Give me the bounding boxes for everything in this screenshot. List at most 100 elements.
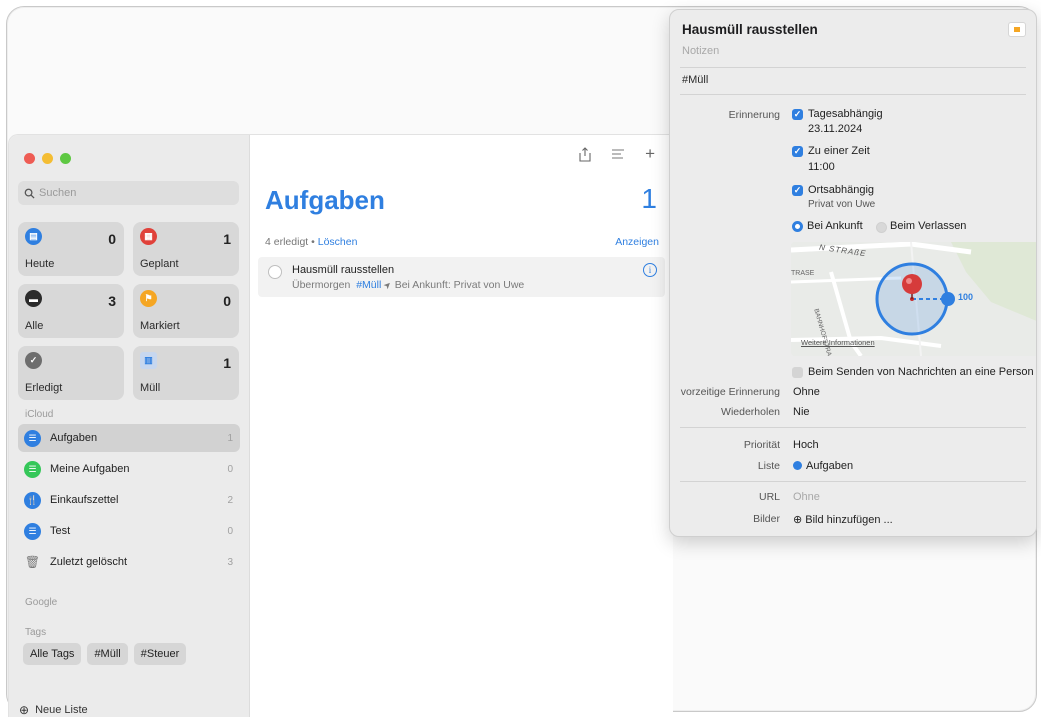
url-field[interactable]: Ohne bbox=[793, 491, 820, 503]
add-icon[interactable]: + bbox=[645, 145, 655, 167]
smart-list-label: Markiert bbox=[140, 320, 180, 332]
smart-list-label: Erledigt bbox=[25, 382, 63, 394]
list-count: 1 bbox=[641, 183, 657, 214]
minimize-window-button[interactable] bbox=[42, 153, 53, 164]
popover-title[interactable]: Hausmüll rausstellen bbox=[682, 22, 818, 37]
list-content: + Aufgaben 1 4 erledigt • Löschen Anzeig… bbox=[250, 135, 673, 717]
divider bbox=[680, 481, 1026, 482]
priority-label: Priorität bbox=[743, 439, 780, 451]
task-details: Übermorgen #Müll ➤ Bei Ankunft: Privat v… bbox=[292, 279, 524, 291]
sidebar-item-count: 2 bbox=[227, 494, 233, 506]
location-arrow-icon: ➤ bbox=[381, 278, 394, 292]
calendar-icon: ▤ bbox=[25, 228, 42, 245]
smart-list-label: Alle bbox=[25, 320, 44, 332]
sidebar-item-test[interactable]: ☰ Test 0 bbox=[18, 517, 240, 545]
location-based-checkbox[interactable]: ✓ bbox=[792, 185, 803, 196]
format-list-icon[interactable] bbox=[611, 147, 625, 167]
list-bullet-icon: ☰ bbox=[24, 522, 41, 540]
task-complete-checkbox[interactable] bbox=[268, 265, 282, 279]
messaging-checkbox[interactable] bbox=[792, 367, 803, 378]
separator: • bbox=[311, 236, 315, 248]
early-reminder-value[interactable]: Ohne bbox=[793, 386, 820, 398]
task-title[interactable]: Hausmüll rausstellen bbox=[292, 264, 394, 276]
list-value[interactable]: Aufgaben bbox=[793, 460, 853, 472]
map-more-info-link[interactable]: Weitere Informationen bbox=[801, 338, 875, 347]
list-label: Liste bbox=[757, 460, 780, 472]
sidebar-item-einkaufszettel[interactable]: 🍴 Einkaufszettel 2 bbox=[18, 486, 240, 514]
on-leaving-radio[interactable] bbox=[876, 222, 887, 233]
reminders-window: Suchen ▤ 0 Heute ▦ 1 Geplant ▬ 3 Alle ⚑ … bbox=[8, 134, 673, 717]
list-bullet-icon: ☰ bbox=[24, 460, 41, 478]
on-arrival-label: Bei Ankunft bbox=[807, 220, 863, 232]
plus-circle-icon: ⊕ bbox=[793, 514, 803, 526]
sidebar-item-meine-aufgaben[interactable]: ☰ Meine Aufgaben 0 bbox=[18, 455, 240, 483]
on-leaving-label: Beim Verlassen bbox=[890, 220, 967, 232]
smart-list-label: Müll bbox=[140, 382, 161, 394]
priority-value[interactable]: Hoch bbox=[793, 439, 819, 451]
reminder-label: Erinnerung bbox=[728, 109, 780, 121]
smart-list-count: 1 bbox=[223, 231, 231, 247]
reminder-date[interactable]: 23.11.2024 bbox=[808, 123, 862, 135]
location-name[interactable]: Privat von Uwe bbox=[808, 199, 875, 210]
completed-count: 4 erledigt bbox=[265, 236, 309, 248]
sidebar-item-count: 0 bbox=[227, 463, 233, 475]
smart-list-erledigt[interactable]: ✓ Erledigt bbox=[18, 346, 124, 400]
add-image-button[interactable]: ⊕ Bild hinzufügen ... bbox=[793, 513, 893, 526]
smart-list-heute[interactable]: ▤ 0 Heute bbox=[18, 222, 124, 276]
early-reminder-label: vorzeitige Erinnerung bbox=[680, 386, 780, 398]
sidebar-item-aufgaben[interactable]: ☰ Aufgaben 1 bbox=[18, 424, 240, 452]
tag-muell[interactable]: #Müll bbox=[87, 643, 128, 665]
plus-circle-icon: ⊕ bbox=[19, 703, 30, 717]
show-completed-link[interactable]: Anzeigen bbox=[615, 236, 659, 248]
detail-popover: Hausmüll rausstellen Notizen #Müll Erinn… bbox=[669, 9, 1037, 537]
new-list-label: Neue Liste bbox=[35, 704, 88, 716]
repeat-label: Wiederholen bbox=[721, 406, 780, 418]
task-row[interactable]: Hausmüll rausstellen Übermorgen #Müll ➤ … bbox=[258, 257, 665, 297]
new-list-button[interactable]: ⊕ Neue Liste bbox=[19, 703, 88, 717]
close-window-button[interactable] bbox=[24, 153, 35, 164]
location-based-label: Ortsabhängig bbox=[808, 184, 875, 196]
section-label-tags: Tags bbox=[25, 627, 47, 638]
list-value-label: Aufgaben bbox=[806, 460, 854, 472]
delete-completed-link[interactable]: Löschen bbox=[318, 236, 358, 248]
smart-list-alle[interactable]: ▬ 3 Alle bbox=[18, 284, 124, 338]
sidebar-item-label: Zuletzt gelöscht bbox=[50, 556, 128, 568]
sidebar-item-zuletzt-geloescht[interactable]: 🗑 Zuletzt gelöscht 3 bbox=[18, 548, 240, 576]
section-label-icloud: iCloud bbox=[25, 409, 54, 420]
repeat-value[interactable]: Nie bbox=[793, 406, 810, 418]
tag-field[interactable]: #Müll bbox=[682, 74, 708, 86]
flag-toggle-button[interactable] bbox=[1008, 22, 1026, 37]
sidebar-item-label: Aufgaben bbox=[50, 432, 98, 444]
zoom-window-button[interactable] bbox=[60, 153, 71, 164]
on-arrival-radio[interactable] bbox=[792, 221, 803, 232]
window-controls bbox=[24, 153, 71, 164]
reminder-time[interactable]: 11:00 bbox=[808, 161, 835, 173]
trash-icon: 🗑 bbox=[24, 555, 41, 569]
fork-knife-icon: 🍴 bbox=[24, 491, 41, 509]
task-tag[interactable]: #Müll bbox=[356, 279, 381, 291]
at-time-checkbox[interactable]: ✓ bbox=[792, 146, 803, 157]
toolbar: + bbox=[579, 145, 655, 167]
info-icon[interactable]: i bbox=[643, 263, 657, 277]
tag-all[interactable]: Alle Tags bbox=[23, 643, 82, 665]
smart-list-geplant[interactable]: ▦ 1 Geplant bbox=[133, 222, 239, 276]
share-icon[interactable] bbox=[579, 147, 591, 167]
divider bbox=[680, 427, 1026, 428]
smart-list-label: Heute bbox=[25, 258, 55, 270]
smart-list-muell[interactable]: ▥ 1 Müll bbox=[133, 346, 239, 400]
smart-list-markiert[interactable]: ⚑ 0 Markiert bbox=[133, 284, 239, 338]
sidebar-item-label: Test bbox=[50, 525, 71, 537]
tag-steuer[interactable]: #Steuer bbox=[133, 643, 187, 665]
sidebar-item-count: 3 bbox=[227, 556, 233, 568]
search-input[interactable]: Suchen bbox=[18, 181, 239, 205]
day-based-checkbox[interactable]: ✓ bbox=[792, 109, 803, 120]
notes-field[interactable]: Notizen bbox=[682, 45, 719, 57]
task-date: Übermorgen bbox=[292, 279, 351, 291]
completed-row: 4 erledigt • Löschen bbox=[265, 236, 357, 248]
calendar-grid-icon: ▦ bbox=[140, 228, 157, 245]
location-map[interactable]: N STRAßE TRASE BAHNHOFSTRAßE Weitere Inf… bbox=[791, 242, 1036, 356]
search-icon bbox=[24, 188, 35, 199]
flag-icon bbox=[1014, 27, 1020, 32]
divider bbox=[680, 67, 1026, 68]
images-label: Bilder bbox=[753, 513, 780, 525]
